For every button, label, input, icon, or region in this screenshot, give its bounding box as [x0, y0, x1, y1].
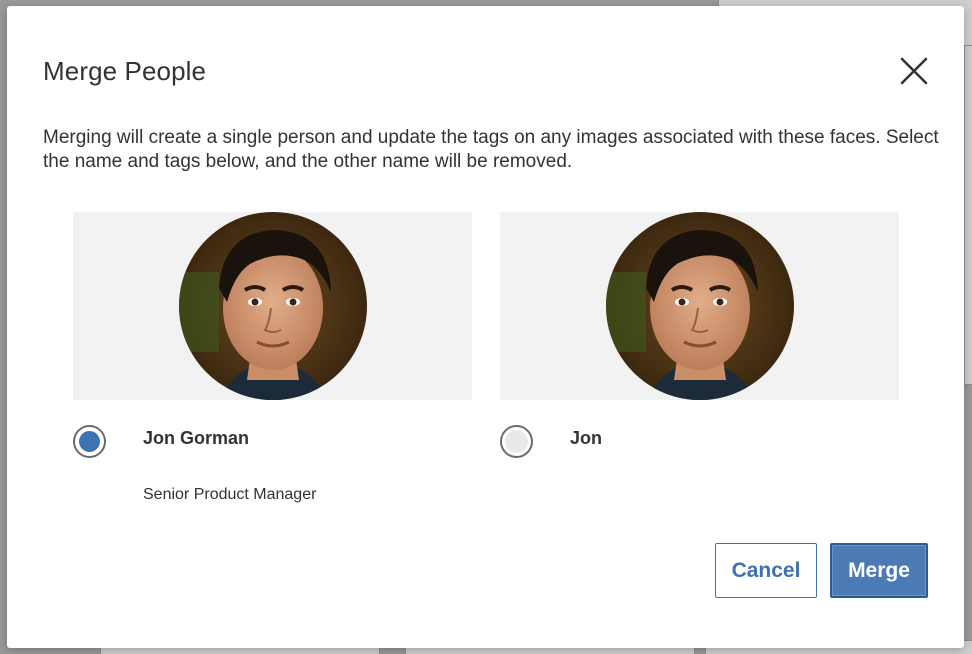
cancel-button[interactable]: Cancel — [715, 543, 817, 598]
person-card-jon-gorman — [73, 212, 472, 400]
radio-jon[interactable] — [500, 425, 533, 458]
person-name: Jon — [570, 428, 603, 448]
dialog-title: Merge People — [43, 56, 207, 86]
background-page-fragment — [964, 45, 972, 385]
avatar — [179, 212, 367, 400]
avatar — [606, 212, 794, 400]
person-card-jon — [500, 212, 899, 400]
person-job-title: Senior Product Manager — [143, 486, 317, 503]
merge-button[interactable]: Merge — [830, 543, 928, 598]
merge-people-dialog: Merge People Merging will create a singl… — [7, 6, 964, 648]
close-icon — [900, 57, 928, 85]
radio-jon-gorman[interactable] — [73, 425, 106, 458]
person-name: Jon Gorman — [143, 428, 250, 448]
close-button[interactable] — [897, 54, 931, 88]
dialog-description: Merging will create a single person and … — [43, 127, 939, 172]
